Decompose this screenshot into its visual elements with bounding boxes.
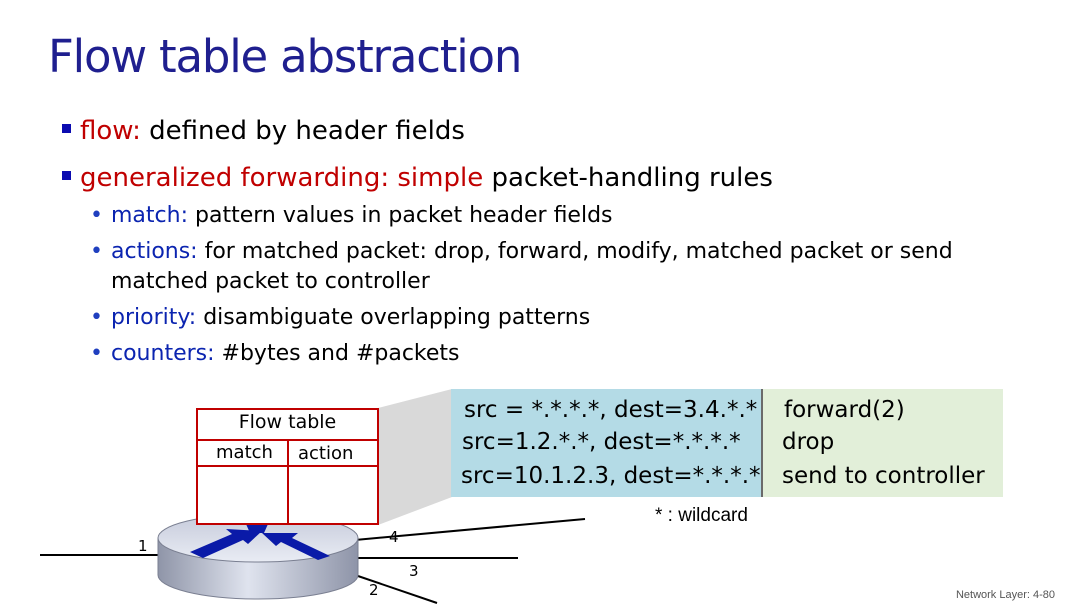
- flow-text: defined by header fields: [140, 116, 465, 146]
- flow-table-column-divider: [287, 439, 289, 523]
- flow-table: Flow table match action: [196, 408, 379, 525]
- actions-text: for matched packet: drop, forward, modif…: [111, 239, 953, 294]
- bullet-flow: flow: defined by header fields: [62, 116, 465, 146]
- square-bullet-icon: [62, 124, 71, 133]
- wildcard-note: * : wildcard: [655, 505, 748, 526]
- priority-text: disambiguate overlapping patterns: [196, 305, 591, 330]
- dot-bullet-icon: •: [90, 305, 103, 330]
- port-label-3: 3: [409, 562, 419, 580]
- flow-table-col-action: action: [298, 443, 354, 464]
- flow-term: flow:: [80, 116, 141, 146]
- rule-1-action: forward(2): [784, 397, 905, 423]
- sub-bullet-match: • match: pattern values in packet header …: [90, 201, 1011, 231]
- gf-simple: simple: [389, 163, 484, 193]
- gf-term: generalized forwarding:: [80, 163, 390, 193]
- rule-3-action: send to controller: [782, 463, 985, 489]
- bullet-generalized-forwarding: generalized forwarding: simple packet-ha…: [62, 163, 773, 193]
- port-label-4: 4: [389, 528, 399, 546]
- link-port-2: [354, 574, 438, 604]
- rules-column-divider: [761, 389, 763, 497]
- rule-2-action: drop: [782, 429, 835, 455]
- sub-bullet-priority: • priority: disambiguate overlapping patt…: [90, 303, 1011, 333]
- priority-term: priority:: [111, 305, 197, 330]
- counters-text: #bytes and #packets: [214, 341, 460, 366]
- dot-bullet-icon: •: [90, 239, 103, 264]
- rule-1-match: src = *.*.*.*, dest=3.4.*.*: [464, 397, 758, 423]
- square-bullet-icon: [62, 171, 71, 180]
- slide-title: Flow table abstraction: [48, 30, 522, 83]
- match-term: match:: [111, 203, 188, 228]
- sub-bullet-counters: • counters: #bytes and #packets: [90, 339, 1011, 369]
- dot-bullet-icon: •: [90, 203, 103, 228]
- sub-bullet-actions: • actions: for matched packet: drop, forw…: [90, 237, 1011, 297]
- actions-term: actions:: [111, 239, 198, 264]
- flow-table-header-divider: [198, 465, 377, 467]
- gf-text: packet-handling rules: [483, 163, 773, 193]
- flow-table-title: Flow table: [238, 411, 337, 433]
- port-label-1: 1: [138, 537, 148, 555]
- slide-footer: Network Layer: 4-80: [955, 589, 1055, 601]
- rule-2-match: src=1.2.*.*, dest=*.*.*.*: [462, 429, 741, 455]
- match-text: pattern values in packet header fields: [188, 203, 613, 228]
- rule-3-match: src=10.1.2.3, dest=*.*.*.*: [461, 463, 761, 489]
- flow-table-col-match: match: [216, 442, 273, 463]
- port-label-2: 2: [369, 581, 379, 599]
- rules-table: src = *.*.*.*, dest=3.4.*.* src=1.2.*.*,…: [451, 389, 1003, 497]
- zoom-wedge: [378, 389, 452, 525]
- counters-term: counters:: [111, 341, 215, 366]
- dot-bullet-icon: •: [90, 341, 103, 366]
